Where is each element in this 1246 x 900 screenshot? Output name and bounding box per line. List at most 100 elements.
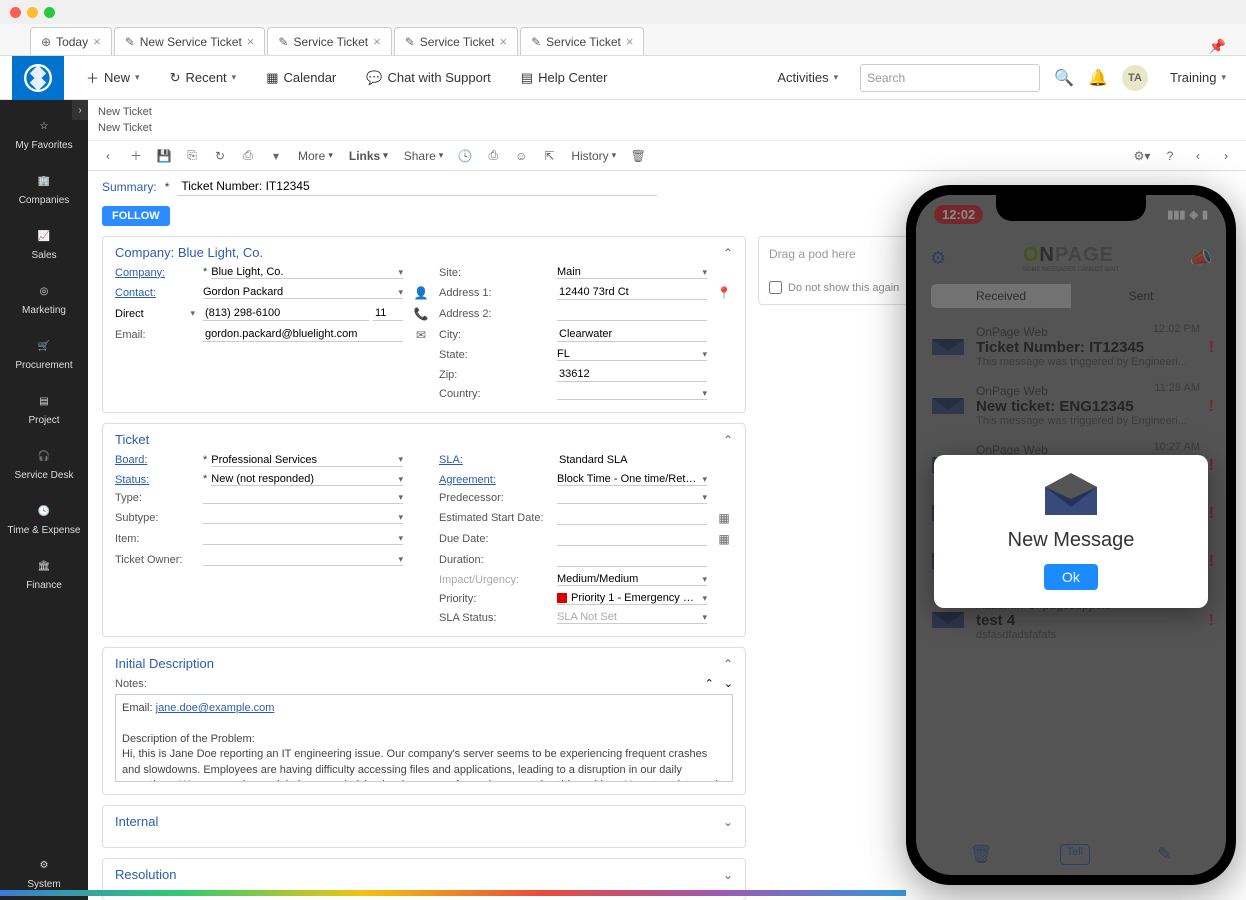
status-select[interactable]: New (not responded)▾ bbox=[211, 473, 403, 486]
phone-input[interactable] bbox=[203, 306, 369, 321]
sidebar-item-marketing[interactable]: ◎Marketing bbox=[0, 271, 88, 326]
company-select[interactable]: Blue Light, Co.▾ bbox=[211, 266, 403, 279]
person-icon[interactable]: 👤 bbox=[411, 286, 431, 300]
tab-new-service-ticket[interactable]: ✎New Service Ticket× bbox=[114, 27, 266, 55]
board-label[interactable]: Board: bbox=[115, 454, 195, 466]
card-header-description[interactable]: Initial Description⌃ bbox=[115, 656, 733, 677]
map-pin-icon[interactable]: 📍 bbox=[715, 286, 733, 300]
prev-button[interactable]: ‹ bbox=[1188, 146, 1208, 166]
close-icon[interactable]: × bbox=[247, 34, 255, 49]
ok-button[interactable]: Ok bbox=[1044, 564, 1098, 590]
agreement-label[interactable]: Agreement: bbox=[439, 474, 549, 486]
due-date-input[interactable] bbox=[557, 531, 707, 546]
close-window[interactable] bbox=[10, 7, 21, 18]
sidebar-collapse[interactable]: › bbox=[72, 100, 88, 120]
help-button[interactable]: ▤Help Center bbox=[513, 66, 616, 90]
breadcrumb-item[interactable]: New Ticket bbox=[98, 120, 1236, 136]
trash-icon[interactable]: 🗑 bbox=[628, 146, 648, 166]
share-menu[interactable]: Share▾ bbox=[400, 147, 448, 165]
back-button[interactable]: ‹ bbox=[98, 146, 118, 166]
search-icon[interactable]: 🔍 bbox=[1054, 68, 1074, 88]
email-input[interactable] bbox=[203, 327, 403, 342]
follow-button[interactable]: FOLLOW bbox=[102, 206, 170, 226]
contact-select[interactable]: Gordon Packard▾ bbox=[203, 286, 403, 299]
camera-icon[interactable]: ⎙ bbox=[483, 146, 503, 166]
avatar[interactable]: TA bbox=[1122, 65, 1148, 91]
close-icon[interactable]: × bbox=[93, 34, 101, 49]
links-menu[interactable]: Links▾ bbox=[345, 147, 392, 165]
phone-type-select[interactable]: Direct▾ bbox=[115, 308, 195, 320]
dropdown-icon[interactable]: ▾ bbox=[266, 146, 286, 166]
tab-service-ticket-2[interactable]: ✎Service Ticket× bbox=[394, 27, 518, 55]
chat-button[interactable]: 💬Chat with Support bbox=[358, 66, 499, 90]
sidebar-item-finance[interactable]: 🏛Finance bbox=[0, 546, 88, 601]
card-header-resolution[interactable]: Resolution⌄ bbox=[115, 867, 733, 888]
phone-icon[interactable]: 📞 bbox=[411, 307, 431, 321]
calendar-icon[interactable]: ▦ bbox=[715, 511, 733, 525]
contact-label[interactable]: Contact: bbox=[115, 287, 195, 299]
close-icon[interactable]: × bbox=[500, 34, 508, 49]
pin-icon[interactable]: 📌 bbox=[1209, 38, 1226, 55]
owner-select[interactable]: ▾ bbox=[203, 554, 403, 566]
close-icon[interactable]: × bbox=[373, 34, 381, 49]
sidebar-item-project[interactable]: ▤Project bbox=[0, 381, 88, 436]
print-button[interactable]: ⎙ bbox=[238, 146, 258, 166]
card-header-company[interactable]: Company: Blue Light, Co.⌃ bbox=[115, 245, 733, 266]
impact-select[interactable]: Medium/Medium▾ bbox=[557, 573, 707, 586]
user-icon[interactable]: ☺ bbox=[511, 146, 531, 166]
addr1-input[interactable] bbox=[557, 285, 707, 300]
type-select[interactable]: ▾ bbox=[203, 492, 403, 504]
calendar-button[interactable]: ▦Calendar bbox=[258, 66, 344, 90]
sidebar-item-companies[interactable]: 🏢Companies bbox=[0, 161, 88, 216]
predecessor-select[interactable]: ▾ bbox=[557, 492, 707, 504]
breadcrumb-item[interactable]: New Ticket bbox=[98, 104, 1236, 120]
bell-icon[interactable]: 🔔 bbox=[1088, 68, 1108, 88]
ext-input[interactable] bbox=[373, 306, 403, 321]
zip-input[interactable] bbox=[557, 367, 707, 382]
sidebar-item-sales[interactable]: 📈Sales bbox=[0, 216, 88, 271]
next-button[interactable]: › bbox=[1216, 146, 1236, 166]
city-input[interactable] bbox=[557, 327, 707, 342]
history-menu[interactable]: History▾ bbox=[567, 147, 620, 165]
duration-input[interactable] bbox=[557, 552, 707, 567]
addr2-input[interactable] bbox=[557, 306, 707, 321]
board-select[interactable]: Professional Services▾ bbox=[211, 454, 403, 467]
sla-label[interactable]: SLA: bbox=[439, 454, 549, 466]
sidebar-item-procurement[interactable]: 🛒Procurement bbox=[0, 326, 88, 381]
minimize-window[interactable] bbox=[27, 7, 38, 18]
save-button[interactable]: 💾 bbox=[154, 146, 174, 166]
activities-button[interactable]: Activities▾ bbox=[769, 66, 846, 89]
site-select[interactable]: Main▾ bbox=[557, 266, 707, 279]
calendar-icon[interactable]: ▦ bbox=[715, 532, 733, 546]
tab-service-ticket-1[interactable]: ✎Service Ticket× bbox=[267, 27, 391, 55]
priority-select[interactable]: Priority 1 - Emergency Resp...▾ bbox=[557, 592, 707, 605]
chevron-down-icon[interactable]: ⌄ bbox=[724, 678, 733, 690]
more-menu[interactable]: More▾ bbox=[294, 147, 337, 165]
new-button[interactable]: ＋New▾ bbox=[78, 64, 148, 91]
status-label[interactable]: Status: bbox=[115, 474, 195, 486]
sidebar-item-service-desk[interactable]: 🎧Service Desk bbox=[0, 436, 88, 491]
gear-icon[interactable]: ⚙▾ bbox=[1132, 146, 1152, 166]
notes-textarea[interactable]: Email: jane.doe@example.com Description … bbox=[115, 694, 733, 782]
recent-button[interactable]: ↻Recent▾ bbox=[162, 66, 245, 90]
app-logo[interactable] bbox=[12, 56, 64, 100]
user-menu[interactable]: Training▾ bbox=[1162, 66, 1234, 89]
country-select[interactable]: ▾ bbox=[557, 388, 707, 400]
close-icon[interactable]: × bbox=[626, 34, 634, 49]
add-button[interactable]: ＋ bbox=[126, 146, 146, 166]
item-select[interactable]: ▾ bbox=[203, 533, 403, 545]
subtype-select[interactable]: ▾ bbox=[203, 512, 403, 524]
help-icon[interactable]: ? bbox=[1160, 146, 1180, 166]
card-header-internal[interactable]: Internal⌄ bbox=[115, 814, 733, 835]
search-input[interactable]: Search bbox=[860, 64, 1040, 92]
refresh-button[interactable]: ↻ bbox=[210, 146, 230, 166]
tab-today[interactable]: ⊕Today× bbox=[30, 27, 112, 55]
external-icon[interactable]: ⇱ bbox=[539, 146, 559, 166]
maximize-window[interactable] bbox=[44, 7, 55, 18]
card-header-ticket[interactable]: Ticket⌃ bbox=[115, 432, 733, 453]
est-start-input[interactable] bbox=[557, 510, 707, 525]
state-select[interactable]: FL▾ bbox=[557, 348, 707, 361]
sla-status-select[interactable]: SLA Not Set▾ bbox=[557, 611, 707, 624]
chevron-up-icon[interactable]: ⌃ bbox=[705, 678, 714, 690]
mail-icon[interactable]: ✉ bbox=[411, 328, 431, 342]
